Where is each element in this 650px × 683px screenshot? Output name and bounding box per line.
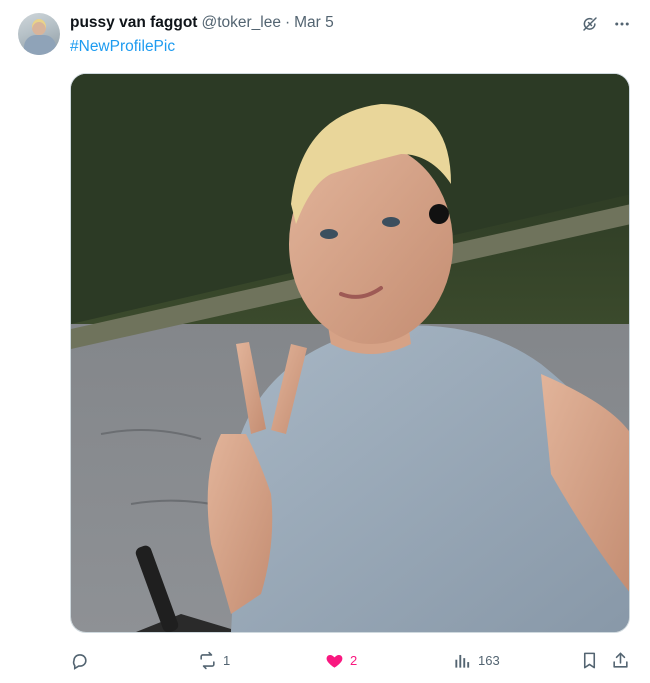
tweet-date[interactable]: Mar 5 [294,14,334,32]
photo-illustration [71,74,629,632]
grok-icon[interactable] [580,14,600,34]
views-button[interactable]: 163 [453,648,500,672]
like-count: 2 [350,652,358,668]
share-icon [613,652,628,668]
separator-dot: · [284,14,291,31]
retweet-button[interactable]: 1 [198,648,230,672]
more-icon[interactable] [612,14,632,34]
tweet-header: pussy van faggot @toker_lee · Mar 5 [70,13,334,33]
display-name[interactable]: pussy van faggot [70,14,197,32]
retweet-count: 1 [223,652,231,668]
retweet-icon [200,651,215,669]
tweet[interactable]: pussy van faggot @toker_lee · Mar 5 #New… [0,0,650,683]
like-button[interactable]: 2 [325,648,357,672]
reply-icon [72,653,87,670]
handle[interactable]: @toker_lee [201,14,281,32]
avatar[interactable] [18,13,60,55]
bookmark-icon [583,652,596,668]
share-button[interactable] [611,648,630,672]
avatar-head [32,19,46,35]
tweet-photo[interactable] [70,73,630,633]
top-icons [580,14,632,34]
reply-button[interactable] [70,648,95,672]
hashtag-link[interactable]: #NewProfilePic [70,38,175,56]
views-count: 163 [478,652,500,668]
heart-icon [326,654,343,668]
avatar-body [24,35,56,55]
tweet-actions: 1 2 163 [70,648,632,672]
views-chart-icon [455,654,470,668]
bookmark-button[interactable] [580,648,599,672]
